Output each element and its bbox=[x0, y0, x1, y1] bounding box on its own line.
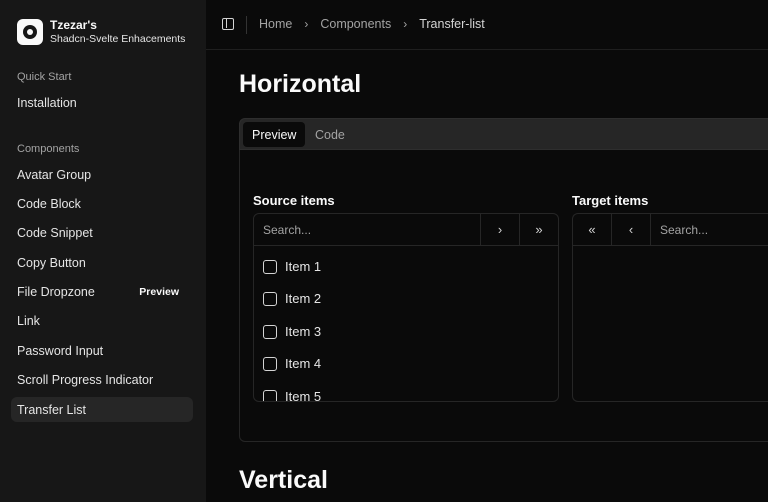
sidebar-toggle-icon[interactable] bbox=[222, 18, 234, 30]
list-item[interactable]: Item 5 bbox=[263, 389, 321, 401]
tab-code[interactable]: Code bbox=[306, 122, 354, 147]
brand-subtitle: Shadcn-Svelte Enhacements bbox=[50, 33, 186, 45]
target-list: « ‹ bbox=[572, 213, 768, 402]
sidebar-item-label: File Dropzone bbox=[17, 284, 95, 299]
source-items-list: Item 1 Item 2 Item 3 Item 4 Item 5 bbox=[254, 247, 558, 401]
move-selected-left-button[interactable]: ‹ bbox=[612, 214, 651, 245]
header-divider bbox=[246, 16, 247, 34]
tab-preview[interactable]: Preview bbox=[243, 122, 306, 147]
target-search-input[interactable] bbox=[651, 214, 768, 245]
sidebar-item-code-block[interactable]: Code Block bbox=[11, 191, 193, 216]
sidebar: Tzezar's Shadcn-Svelte Enhacements Quick… bbox=[0, 0, 206, 502]
sidebar-item-code-snippet[interactable]: Code Snippet bbox=[11, 220, 193, 245]
source-search-row: › » bbox=[254, 214, 558, 246]
target-items-list bbox=[573, 247, 768, 401]
move-selected-right-button[interactable]: › bbox=[480, 214, 519, 245]
sidebar-item-scroll-progress-indicator[interactable]: Scroll Progress Indicator bbox=[11, 367, 193, 392]
breadcrumb: Home › Components › Transfer-list bbox=[259, 17, 485, 31]
source-items-title: Source items bbox=[253, 193, 335, 208]
sidebar-item-installation[interactable]: Installation bbox=[11, 90, 193, 115]
move-all-left-button[interactable]: « bbox=[573, 214, 612, 245]
sidebar-item-file-dropzone[interactable]: File Dropzone Preview bbox=[11, 279, 193, 304]
section-title-horizontal: Horizontal bbox=[239, 70, 362, 98]
checkbox[interactable] bbox=[263, 389, 277, 401]
source-list: › » Item 1 Item 2 Item 3 Item 4 Item 5 bbox=[253, 213, 559, 402]
chevron-right-icon: › bbox=[304, 17, 309, 31]
section-title-vertical: Vertical bbox=[239, 466, 328, 494]
target-items-title: Target items bbox=[572, 193, 649, 208]
list-item[interactable]: Item 1 bbox=[263, 259, 321, 274]
target-search-row: « ‹ bbox=[573, 214, 768, 246]
logo-icon bbox=[17, 19, 43, 45]
preview-badge: Preview bbox=[139, 285, 179, 298]
sidebar-item-transfer-list[interactable]: Transfer List bbox=[11, 397, 193, 422]
group-label-quick-start: Quick Start bbox=[17, 71, 72, 83]
sidebar-item-link[interactable]: Link bbox=[11, 308, 193, 333]
chevron-right-icon: › bbox=[403, 17, 408, 31]
group-label-components: Components bbox=[17, 143, 80, 155]
brand-name: Tzezar's bbox=[50, 18, 97, 32]
checkbox[interactable] bbox=[263, 356, 277, 371]
sidebar-item-password-input[interactable]: Password Input bbox=[11, 338, 193, 363]
source-search-input[interactable] bbox=[254, 214, 480, 245]
list-item[interactable]: Item 2 bbox=[263, 291, 321, 306]
tab-list: Preview Code bbox=[239, 118, 768, 150]
brand[interactable]: Tzezar's Shadcn-Svelte Enhacements bbox=[17, 18, 185, 46]
checkbox[interactable] bbox=[263, 291, 277, 306]
sidebar-item-copy-button[interactable]: Copy Button bbox=[11, 250, 193, 275]
checkbox[interactable] bbox=[263, 324, 277, 339]
breadcrumb-home[interactable]: Home bbox=[259, 17, 292, 31]
breadcrumb-components[interactable]: Components bbox=[320, 17, 391, 31]
list-item[interactable]: Item 3 bbox=[263, 324, 321, 339]
breadcrumb-current: Transfer-list bbox=[419, 17, 485, 31]
list-item[interactable]: Item 4 bbox=[263, 356, 321, 371]
sidebar-item-avatar-group[interactable]: Avatar Group bbox=[11, 162, 193, 187]
header: Home › Components › Transfer-list bbox=[206, 0, 768, 50]
preview-panel: Source items › » Item 1 Item 2 Item 3 It… bbox=[239, 150, 768, 442]
checkbox[interactable] bbox=[263, 259, 277, 274]
move-all-right-button[interactable]: » bbox=[519, 214, 558, 245]
